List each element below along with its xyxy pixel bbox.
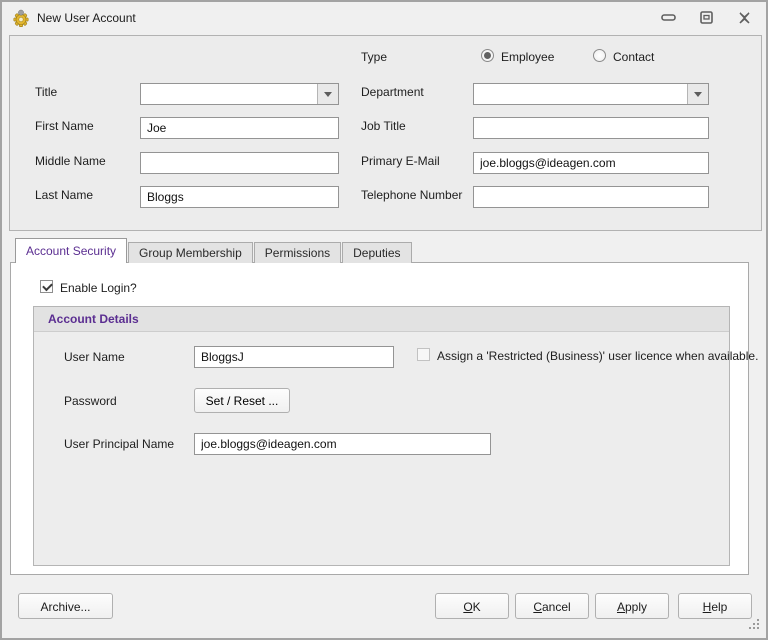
title-combobox[interactable]: [140, 83, 339, 105]
user-name-label: User Name: [64, 350, 125, 364]
tab-group-membership[interactable]: Group Membership: [128, 242, 253, 263]
titlebar[interactable]: New User Account: [2, 2, 766, 33]
department-combo-dropdown-icon[interactable]: [687, 84, 708, 104]
window-title: New User Account: [37, 10, 136, 25]
type-label: Type: [361, 50, 388, 64]
last-name-input[interactable]: [140, 186, 339, 208]
user-gear-icon: [12, 9, 30, 27]
upn-input[interactable]: [194, 433, 491, 455]
set-reset-password-button[interactable]: Set / Reset ...: [194, 388, 290, 413]
ok-button[interactable]: OK: [435, 593, 509, 619]
title-combo-dropdown-icon[interactable]: [317, 84, 338, 104]
job-title-label: Job Title: [361, 119, 406, 133]
apply-button[interactable]: Apply: [595, 593, 669, 619]
contact-radio[interactable]: [593, 49, 606, 62]
job-title-input[interactable]: [473, 117, 709, 139]
telephone-input[interactable]: [473, 186, 709, 208]
minimize-icon[interactable]: [660, 11, 676, 25]
department-label: Department: [361, 85, 424, 99]
new-user-account-dialog: New User Account Type Employee Contact T…: [0, 0, 768, 640]
archive-button[interactable]: Archive...: [18, 593, 113, 619]
tab-permissions[interactable]: Permissions: [253, 242, 342, 263]
help-button[interactable]: Help: [678, 593, 752, 619]
account-details-groupbox: Account Details User Name Assign a 'Rest…: [33, 306, 758, 566]
tab-account-security[interactable]: Account Security: [15, 238, 128, 263]
middle-name-label: Middle Name: [35, 154, 106, 168]
first-name-label: First Name: [35, 119, 94, 133]
employee-radio-label[interactable]: Employee: [501, 50, 554, 64]
last-name-label: Last Name: [35, 188, 94, 202]
upn-label: User Principal Name: [64, 437, 175, 451]
close-icon[interactable]: [736, 11, 752, 25]
user-name-input[interactable]: [194, 346, 394, 368]
maximize-icon[interactable]: [698, 11, 714, 25]
enable-login-label[interactable]: Enable Login?: [60, 281, 137, 295]
account-details-header: Account Details: [34, 307, 729, 332]
resize-grip-icon[interactable]: [747, 617, 759, 629]
middle-name-input[interactable]: [140, 152, 339, 174]
department-combobox[interactable]: [473, 83, 709, 105]
first-name-input[interactable]: [140, 117, 339, 139]
user-details-panel: Type Employee Contact Title Department F…: [9, 35, 762, 231]
restricted-licence-label[interactable]: Assign a 'Restricted (Business)' user li…: [437, 349, 758, 363]
restricted-licence-checkbox[interactable]: [417, 348, 430, 361]
enable-login-checkbox[interactable]: [40, 280, 53, 293]
employee-radio[interactable]: [481, 49, 494, 62]
title-label: Title: [35, 85, 58, 99]
primary-email-label: Primary E-Mail: [361, 154, 440, 168]
tab-deputies[interactable]: Deputies: [342, 242, 412, 263]
contact-radio-label[interactable]: Contact: [613, 50, 654, 64]
primary-email-input[interactable]: [473, 152, 709, 174]
cancel-button[interactable]: Cancel: [515, 593, 589, 619]
telephone-label: Telephone Number: [361, 188, 463, 202]
account-security-panel: Enable Login? Account Details User Name …: [10, 262, 758, 575]
tab-strip: Account Security Group Membership Permis…: [15, 238, 413, 263]
password-label: Password: [64, 394, 117, 408]
